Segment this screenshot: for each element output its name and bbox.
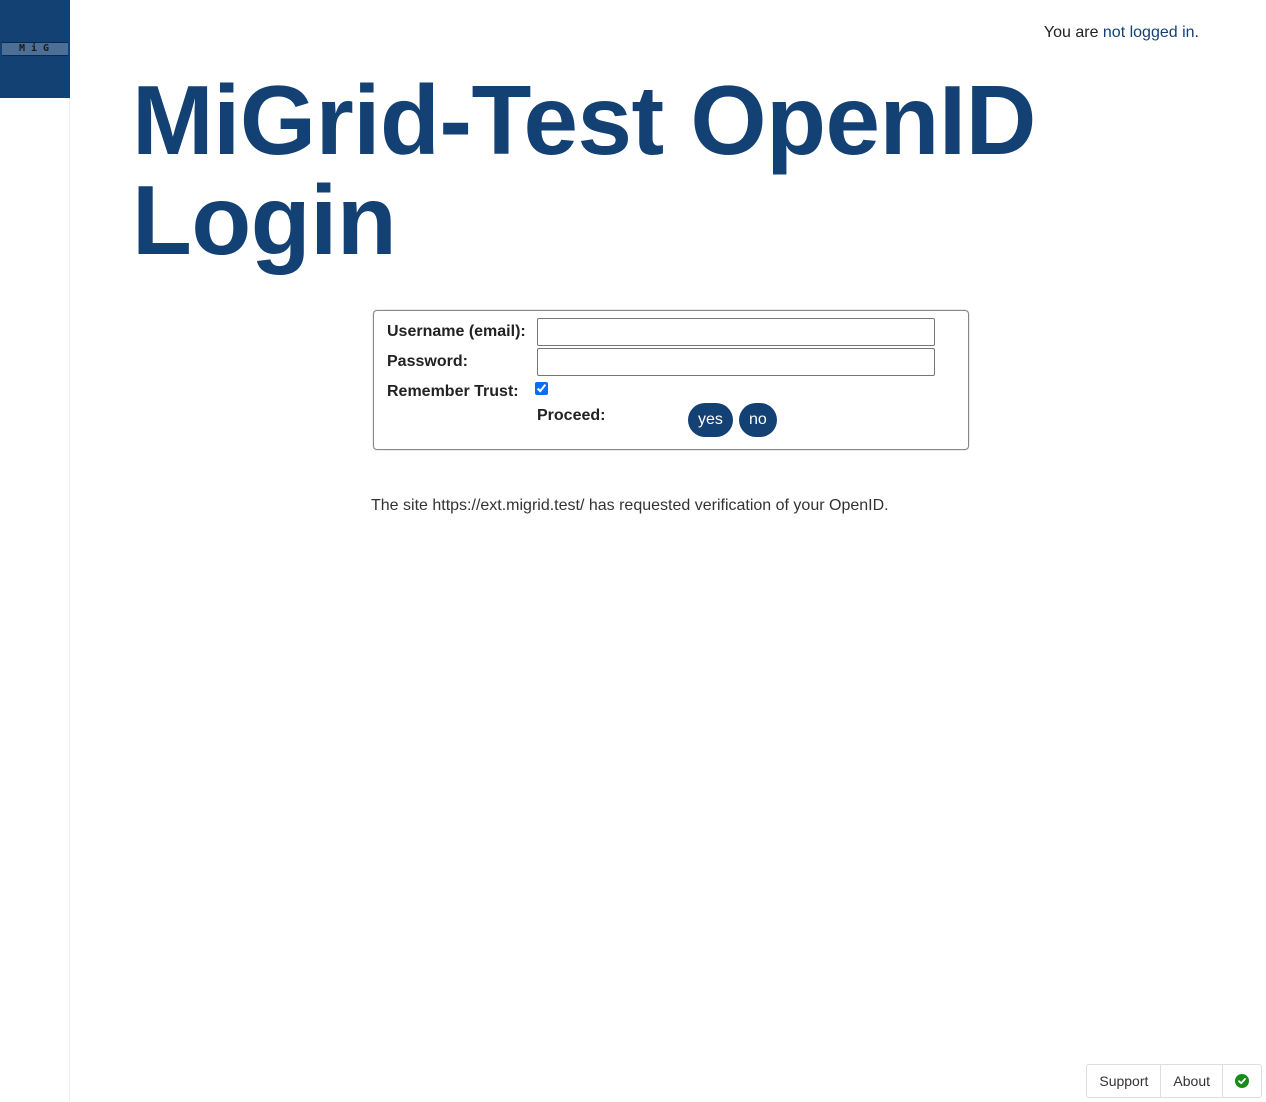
password-input[interactable] [537, 348, 935, 376]
proceed-label: Proceed: [537, 407, 606, 424]
status-indicator[interactable] [1223, 1065, 1261, 1097]
yes-button[interactable]: yes [688, 403, 733, 437]
footer: Support About [1086, 1064, 1262, 1098]
page: MiG You are not logged in. MiGrid-Test O… [0, 0, 1266, 1102]
login-status-suffix: . [1194, 24, 1199, 41]
logo-text: MiG [18, 43, 56, 54]
remember-trust-checkbox[interactable] [535, 382, 548, 395]
remember-trust-label: Remember Trust: [387, 383, 519, 400]
sidebar: MiG [0, 0, 70, 1102]
no-button[interactable]: no [739, 403, 777, 437]
login-form: Username (email): Password: Remember Tru… [373, 310, 969, 450]
logo[interactable]: MiG [0, 0, 70, 98]
about-link[interactable]: About [1161, 1065, 1223, 1097]
login-link[interactable]: not logged in [1103, 24, 1195, 41]
login-status-prefix: You are [1043, 24, 1103, 41]
logo-box: MiG [2, 42, 68, 56]
password-label: Password: [387, 353, 468, 370]
verification-message: The site https://ext.migrid.test/ has re… [371, 497, 889, 514]
username-label: Username (email): [387, 323, 526, 340]
support-link[interactable]: Support [1087, 1065, 1162, 1097]
login-status: You are not logged in. [1044, 24, 1199, 42]
check-circle-icon [1235, 1074, 1249, 1088]
check-mark-icon [1238, 1078, 1246, 1085]
username-input[interactable] [537, 318, 935, 346]
page-title: MiGrid-Test OpenID Login [132, 65, 1036, 275]
